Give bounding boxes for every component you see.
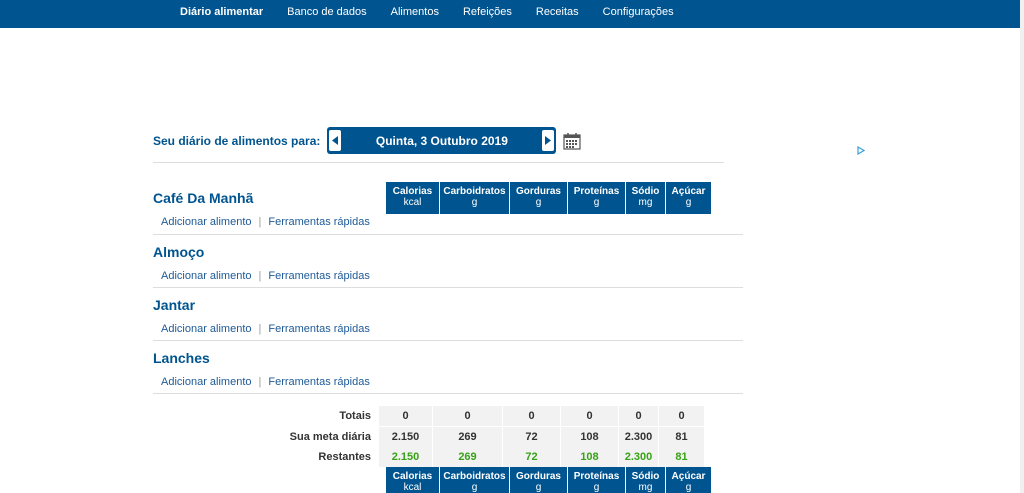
previous-day-button[interactable] — [327, 127, 343, 154]
current-date: Quinta, 3 Outubro 2019 — [375, 133, 508, 148]
ad-choices-icon[interactable] — [857, 146, 865, 155]
divider — [153, 340, 743, 341]
divider — [153, 287, 743, 288]
meal-dinner: Jantar Adicionar alimento | Ferramentas r… — [153, 297, 743, 341]
meal-lunch: Almoço Adicionar alimento | Ferramentas r… — [153, 244, 743, 288]
scrollbar-track[interactable] — [1020, 0, 1024, 493]
remaining-row: Restantes 2.150 269 72 108 2.300 81 — [153, 447, 705, 467]
column-header: Gorduras g — [510, 467, 568, 493]
meal-title: Lanches — [153, 350, 210, 366]
quick-tools-link[interactable]: Ferramentas rápidas — [268, 216, 370, 228]
nav-recipes[interactable]: Receitas — [524, 0, 591, 28]
add-food-link[interactable]: Adicionar alimento — [161, 216, 252, 228]
date-navigator: Quinta, 3 Outubro 2019 — [327, 127, 557, 154]
next-day-button[interactable] — [540, 127, 556, 154]
daily-goal-row: Sua meta diária 2.150 269 72 108 2.300 8… — [153, 427, 705, 447]
column-header: Calorias kcal — [386, 467, 440, 493]
divider — [153, 162, 724, 163]
meal-title: Almoço — [153, 244, 205, 260]
meal-snacks: Lanches Adicionar alimento | Ferramentas … — [153, 350, 743, 394]
nav-food-diary[interactable]: Diário alimentar — [168, 0, 275, 28]
meal-breakfast: Café Da Manhã Adicionar alimento | Ferram… — [153, 190, 743, 235]
quick-tools-link[interactable]: Ferramentas rápidas — [268, 270, 370, 282]
nav-meals[interactable]: Refeições — [451, 0, 524, 28]
arrow-right-icon — [545, 136, 552, 145]
nutrient-header-bottom: Calorias kcal Carboidratos g Gorduras g Pro… — [386, 467, 712, 493]
add-food-link[interactable]: Adicionar alimento — [161, 376, 252, 388]
divider — [153, 393, 743, 394]
quick-tools-link[interactable]: Ferramentas rápidas — [268, 323, 370, 335]
diary-date-label: Seu diário de alimentos para: — [153, 133, 321, 148]
nav-settings[interactable]: Configurações — [591, 0, 686, 28]
quick-tools-link[interactable]: Ferramentas rápidas — [268, 376, 370, 388]
add-food-link[interactable]: Adicionar alimento — [161, 323, 252, 335]
nav-database[interactable]: Banco de dados — [275, 0, 379, 28]
meal-title: Jantar — [153, 297, 196, 313]
totals-row: Totais 0 0 0 0 0 0 — [153, 406, 705, 426]
column-header: Proteínas g — [568, 467, 626, 493]
add-food-link[interactable]: Adicionar alimento — [161, 270, 252, 282]
diary-date-row: Seu diário de alimentos para: Quinta, 3 … — [153, 127, 582, 154]
top-navigation: Diário alimentar Banco de dados Alimento… — [0, 0, 1020, 28]
column-header: Sódio mg — [626, 467, 666, 493]
meal-title: Café Da Manhã — [153, 190, 254, 206]
nav-foods[interactable]: Alimentos — [379, 0, 451, 28]
column-header: Açúcar g — [666, 467, 712, 493]
column-header: Carboidratos g — [440, 467, 510, 493]
calendar-icon[interactable] — [562, 131, 582, 151]
divider — [153, 234, 743, 235]
arrow-left-icon — [332, 136, 339, 145]
